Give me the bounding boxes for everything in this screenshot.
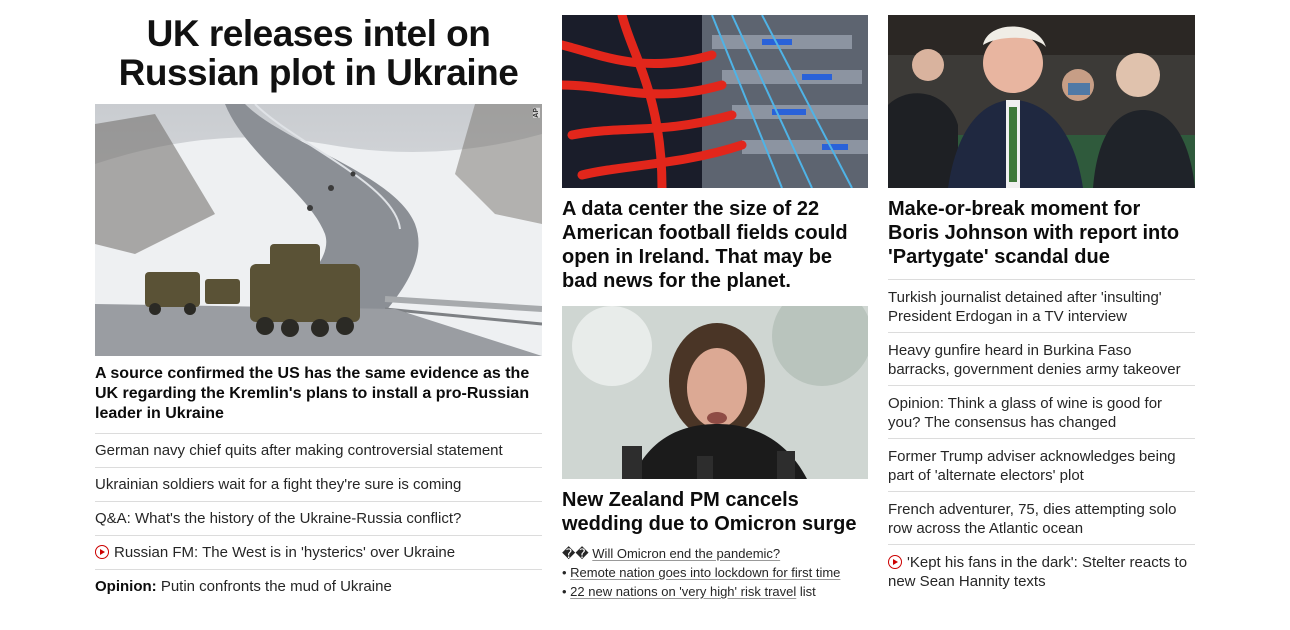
- lead-story-image[interactable]: AP: [95, 104, 542, 356]
- headline-text[interactable]: Putin confronts the mud of Ukraine: [161, 578, 392, 595]
- lead-headline[interactable]: UK releases intel on Russian plot in Ukr…: [95, 14, 542, 92]
- opinion-headline-link[interactable]: Opinion: Putin confronts the mud of Ukra…: [95, 569, 542, 603]
- play-video-icon: [888, 555, 902, 569]
- headline-text[interactable]: German navy chief quits after making con…: [95, 442, 503, 459]
- new-zealand-pm-image[interactable]: [562, 306, 868, 479]
- image-credit: AP: [533, 108, 540, 118]
- headline-link[interactable]: Q&A: What's the history of the Ukraine-R…: [95, 501, 542, 535]
- headline-link[interactable]: Ukrainian soldiers wait for a fight they…: [95, 467, 542, 501]
- right-column: Make-or-break moment for Boris Johnson w…: [888, 15, 1195, 597]
- headline-link[interactable]: Heavy gunfire heard in Burkina Faso barr…: [888, 332, 1195, 385]
- story-headline[interactable]: New Zealand PM cancels wedding due to Om…: [562, 488, 868, 536]
- headline-text[interactable]: Opinion: Think a glass of wine is good f…: [888, 395, 1162, 431]
- middle-column: A data center the size of 22 American fo…: [562, 15, 868, 599]
- bullet-link[interactable]: Will Omicron end the pandemic?: [592, 546, 780, 561]
- related-headlines: Turkish journalist detained after 'insul…: [888, 279, 1195, 597]
- story-headline[interactable]: Make-or-break moment for Boris Johnson w…: [888, 197, 1195, 269]
- video-headline-link[interactable]: 'Kept his fans in the dark': Stelter rea…: [888, 544, 1195, 597]
- related-headlines: German navy chief quits after making con…: [95, 433, 542, 603]
- story-card: New Zealand PM cancels wedding due to Om…: [562, 306, 868, 601]
- headline-link[interactable]: French adventurer, 75, dies attempting s…: [888, 491, 1195, 544]
- parliament-session-photo: [888, 15, 1195, 188]
- headline-link[interactable]: Opinion: Think a glass of wine is good f…: [888, 385, 1195, 438]
- prime-minister-speaking-photo: [562, 306, 868, 479]
- bullet-link[interactable]: 22 new nations on 'very high' risk trave…: [570, 584, 796, 599]
- headline-text[interactable]: French adventurer, 75, dies attempting s…: [888, 501, 1177, 537]
- related-bullets: �� Will Omicron end the pandemic? • Remo…: [562, 544, 868, 601]
- headline-text[interactable]: Q&A: What's the history of the Ukraine-R…: [95, 510, 461, 527]
- bullet-item[interactable]: �� Will Omicron end the pandemic?: [562, 544, 868, 563]
- bullet-item[interactable]: • 22 new nations on 'very high' risk tra…: [562, 582, 868, 601]
- bullet-item[interactable]: • Remote nation goes into lockdown for f…: [562, 563, 868, 582]
- data-center-image[interactable]: [562, 15, 868, 188]
- opinion-label: Opinion:: [95, 578, 157, 595]
- headline-text[interactable]: Ukrainian soldiers wait for a fight they…: [95, 476, 461, 493]
- armored-convoy-snow-photo: [95, 104, 542, 356]
- headline-link[interactable]: Turkish journalist detained after 'insul…: [888, 279, 1195, 332]
- headline-text[interactable]: Turkish journalist detained after 'insul…: [888, 289, 1162, 325]
- lead-story-column: UK releases intel on Russian plot in Ukr…: [95, 14, 542, 603]
- boris-johnson-image[interactable]: [888, 15, 1195, 188]
- headline-text[interactable]: 'Kept his fans in the dark': Stelter rea…: [888, 554, 1187, 590]
- video-headline-link[interactable]: Russian FM: The West is in 'hysterics' o…: [95, 535, 542, 569]
- lead-story-summary[interactable]: A source confirmed the US has the same e…: [95, 364, 542, 424]
- headline-link[interactable]: Former Trump adviser acknowledges being …: [888, 438, 1195, 491]
- story-headline[interactable]: A data center the size of 22 American fo…: [562, 197, 868, 293]
- headline-text[interactable]: Former Trump adviser acknowledges being …: [888, 448, 1176, 484]
- bullet-link[interactable]: Remote nation goes into lockdown for fir…: [570, 565, 840, 580]
- play-video-icon: [95, 545, 109, 559]
- server-cables-photo: [562, 15, 868, 188]
- headline-text[interactable]: Heavy gunfire heard in Burkina Faso barr…: [888, 342, 1181, 378]
- headline-text[interactable]: Russian FM: The West is in 'hysterics' o…: [114, 544, 455, 561]
- headline-link[interactable]: German navy chief quits after making con…: [95, 433, 542, 467]
